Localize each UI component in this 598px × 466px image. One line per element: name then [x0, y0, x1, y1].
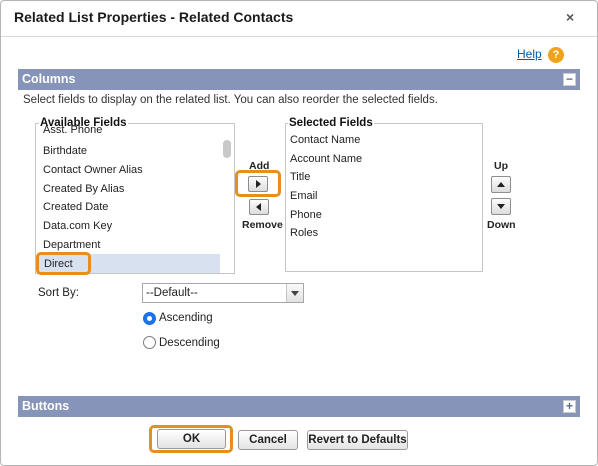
- arrow-up-icon: [497, 182, 505, 187]
- available-fields-scrollbar[interactable]: [223, 140, 231, 158]
- dialog-title: Related List Properties - Related Contac…: [14, 9, 294, 25]
- expand-buttons-icon[interactable]: +: [563, 400, 576, 413]
- available-field-item[interactable]: Created By Alias: [43, 183, 124, 195]
- help-link[interactable]: Help: [517, 47, 542, 61]
- descending-radio[interactable]: [143, 336, 156, 349]
- selected-field-item[interactable]: Phone: [290, 209, 322, 221]
- buttons-section-header[interactable]: Buttons: [18, 396, 580, 417]
- columns-section-header[interactable]: Columns: [18, 69, 580, 90]
- selected-field-item[interactable]: Roles: [290, 227, 318, 239]
- selected-field-item[interactable]: Account Name: [290, 153, 362, 165]
- available-field-item[interactable]: Department: [43, 239, 100, 251]
- available-field-item[interactable]: Data.com Key: [43, 220, 112, 232]
- sort-by-label: Sort By:: [38, 287, 79, 299]
- revert-to-defaults-button[interactable]: Revert to Defaults: [307, 430, 408, 450]
- arrow-down-icon: [497, 204, 505, 209]
- remove-label: Remove: [242, 219, 283, 231]
- collapse-columns-icon[interactable]: −: [563, 73, 576, 86]
- available-field-item[interactable]: Asst. Phone: [43, 124, 102, 134]
- move-down-button[interactable]: [491, 198, 511, 215]
- available-field-item[interactable]: Contact Owner Alias: [43, 164, 143, 176]
- selected-field-item[interactable]: Title: [290, 171, 310, 183]
- direct-highlight: [36, 252, 91, 275]
- columns-section-title: Columns: [22, 72, 76, 86]
- sort-by-select[interactable]: --Default--: [142, 283, 304, 303]
- available-field-item[interactable]: Created Date: [43, 201, 108, 213]
- chevron-down-icon[interactable]: [286, 284, 303, 302]
- buttons-section-title: Buttons: [22, 399, 70, 413]
- descending-label[interactable]: Descending: [159, 337, 220, 349]
- selected-field-item[interactable]: Email: [290, 190, 318, 202]
- close-icon[interactable]: ×: [566, 9, 574, 25]
- down-label: Down: [487, 219, 516, 231]
- add-button-highlight: [235, 170, 281, 197]
- columns-description: Select fields to display on the related …: [23, 94, 438, 106]
- available-field-item[interactable]: Birthdate: [43, 145, 87, 157]
- arrow-left-icon: [256, 203, 261, 211]
- up-label: Up: [494, 160, 508, 172]
- cancel-button[interactable]: Cancel: [238, 430, 298, 450]
- move-up-button[interactable]: [491, 176, 511, 193]
- remove-button[interactable]: [249, 199, 269, 215]
- help-icon[interactable]: ?: [548, 47, 564, 63]
- title-divider: [1, 36, 597, 37]
- ok-button-highlight: [149, 425, 233, 453]
- selected-fields-title: Selected Fields: [288, 117, 374, 129]
- ascending-label[interactable]: Ascending: [159, 312, 213, 324]
- selected-field-item[interactable]: Contact Name: [290, 134, 360, 146]
- ascending-radio[interactable]: [143, 312, 156, 325]
